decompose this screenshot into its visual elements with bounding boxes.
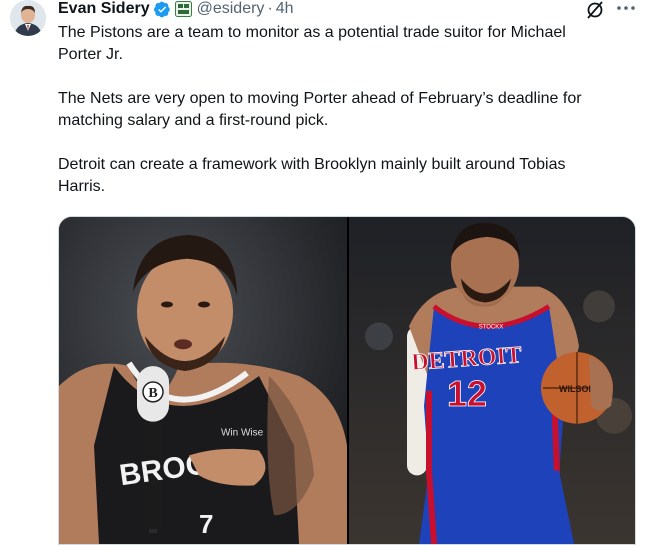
tweet-text: The Pistons are a team to monitor as a p… <box>58 22 628 198</box>
avatar[interactable] <box>10 0 46 36</box>
jersey-sponsor: STOCKX <box>479 324 504 330</box>
tweet-paragraph-1: The Pistons are a team to monitor as a p… <box>58 24 566 63</box>
tweet-paragraph-3: Detroit can create a framework with Broo… <box>58 156 566 195</box>
photo-harris[interactable]: STOCKX DETROIT 12 WILSON <box>349 217 635 544</box>
jersey-tag: Win Wise <box>221 428 264 439</box>
affiliate-badge-icon <box>174 1 192 17</box>
grok-icon[interactable] <box>585 0 605 20</box>
photo-porter[interactable]: B BROO Win Wise 7 <box>59 217 347 544</box>
timestamp[interactable]: 4h <box>276 0 294 18</box>
verified-icon <box>153 1 170 17</box>
author-name[interactable]: Evan Sidery <box>58 0 150 18</box>
microphone-letter: B <box>148 386 157 401</box>
jersey-number-right: 12 <box>447 374 487 414</box>
ball-text: WILSON <box>559 384 595 394</box>
jersey-number-left: 7 <box>199 511 213 539</box>
tweet-media[interactable]: B BROO Win Wise 7 STOCKX DETROIT 12 WILS… <box>58 216 636 545</box>
more-icon[interactable] <box>615 0 637 16</box>
separator-dot: · <box>267 0 273 17</box>
tweet-paragraph-2: The Nets are very open to moving Porter … <box>58 90 582 129</box>
tweet-header: Evan Sidery @esidery · 4h <box>58 0 294 20</box>
author-handle[interactable]: @esidery <box>197 0 265 18</box>
